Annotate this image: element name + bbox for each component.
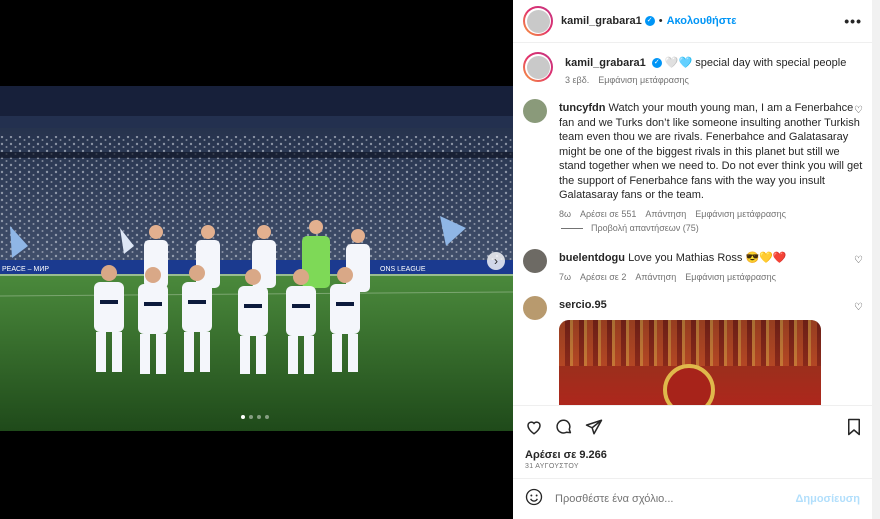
comments-list: kamil_grabara1 ✓ 🤍🩵 special day with spe… — [513, 43, 872, 405]
comment-username[interactable]: tuncyfdn — [559, 102, 605, 114]
next-slide-button[interactable]: › — [487, 252, 505, 270]
translate-link[interactable]: Εμφάνιση μετάφρασης — [685, 272, 776, 282]
media-panel: PEACE – МИР ONS LEAGUE › — [0, 0, 513, 519]
carousel-dots — [241, 415, 269, 419]
post-header: kamil_grabara1 ✓ • Ακολουθήστε ••• — [513, 0, 872, 43]
team-photo: PEACE – МИР ONS LEAGUE — [0, 86, 513, 431]
separator-dot: • — [658, 15, 663, 27]
commenter-avatar[interactable] — [523, 296, 547, 320]
carousel-dot — [249, 415, 253, 419]
comment-likes[interactable]: Αρέσει σε 551 — [580, 209, 636, 219]
emoji-icon[interactable] — [525, 488, 543, 511]
comment-composer: Δημοσίευση — [513, 478, 872, 519]
post-date: 31 ΑΥΓΟΥΣΤΟΥ — [525, 463, 579, 470]
author-avatar[interactable] — [523, 6, 553, 36]
more-horizontal-icon[interactable]: ••• — [844, 13, 862, 29]
caption: kamil_grabara1 ✓ 🤍🩵 special day with spe… — [523, 52, 863, 85]
reply-button[interactable]: Απάντηση — [635, 272, 676, 282]
caption-translate-link[interactable]: Εμφάνιση μετάφρασης — [598, 75, 689, 85]
author-username[interactable]: kamil_grabara1 — [561, 15, 642, 27]
reply-button[interactable]: Απάντηση — [645, 209, 686, 219]
send-icon[interactable] — [585, 418, 603, 441]
page-scrollbar[interactable] — [872, 0, 880, 519]
caption-text: 🤍🩵 special day with special people — [664, 57, 847, 69]
likes-count[interactable]: Αρέσει σε 9.266 — [525, 449, 607, 461]
chevron-right-icon: › — [494, 254, 498, 268]
post-actions: Αρέσει σε 9.266 31 ΑΥΓΟΥΣΤΟΥ — [513, 405, 872, 475]
comment-item: sercio.95 ♡ — [523, 296, 863, 405]
comment-item: tuncyfdn Watch your mouth young man, I a… — [523, 99, 863, 219]
comment-likes[interactable]: Αρέσει σε 2 — [580, 272, 626, 282]
comment-age: 8ω — [559, 208, 572, 219]
comment-username[interactable]: sercio.95 — [559, 299, 607, 311]
heart-icon[interactable]: ♡ — [854, 255, 863, 266]
heart-icon[interactable]: ♡ — [854, 302, 863, 313]
verified-badge-icon: ✓ — [644, 16, 655, 26]
post-comment-button[interactable]: Δημοσίευση — [795, 493, 860, 505]
post-side-panel: kamil_grabara1 ✓ • Ακολουθήστε ••• kamil… — [513, 0, 872, 519]
comment-text: Watch your mouth young man, I am a Fener… — [559, 102, 863, 201]
verified-badge-icon: ✓ — [651, 58, 662, 69]
replies-divider — [561, 227, 583, 229]
comment-item: buelentdogu Love you Mathias Ross 😎💛❤️ 7… — [523, 249, 863, 282]
comment-age: 7ω — [559, 271, 572, 282]
heart-icon[interactable] — [525, 418, 543, 441]
caption-username[interactable]: kamil_grabara1 — [565, 57, 646, 69]
comment-icon[interactable] — [555, 418, 573, 441]
carousel-dot — [257, 415, 261, 419]
comment-image — [559, 319, 821, 405]
commenter-avatar[interactable] — [523, 249, 547, 273]
bookmark-icon[interactable] — [846, 418, 862, 441]
banner-text-2: ONS LEAGUE — [380, 266, 426, 273]
caption-age: 3 εβδ. — [565, 74, 590, 85]
view-replies-label: Προβολή απαντήσεων (75) — [591, 223, 699, 233]
author-avatar[interactable] — [523, 52, 553, 82]
carousel-dot — [265, 415, 269, 419]
comment-text: Love you Mathias Ross 😎💛❤️ — [628, 252, 787, 264]
view-replies-button[interactable]: Προβολή απαντήσεων (75) — [561, 223, 699, 233]
comment-username[interactable]: buelentdogu — [559, 252, 625, 264]
carousel-dot — [241, 415, 245, 419]
commenter-avatar[interactable] — [523, 99, 547, 123]
follow-button[interactable]: Ακολουθήστε — [667, 15, 737, 27]
comment-input[interactable] — [555, 493, 796, 505]
translate-link[interactable]: Εμφάνιση μετάφρασης — [695, 209, 786, 219]
banner-text: PEACE – МИР — [2, 266, 49, 273]
heart-icon[interactable]: ♡ — [854, 105, 863, 116]
